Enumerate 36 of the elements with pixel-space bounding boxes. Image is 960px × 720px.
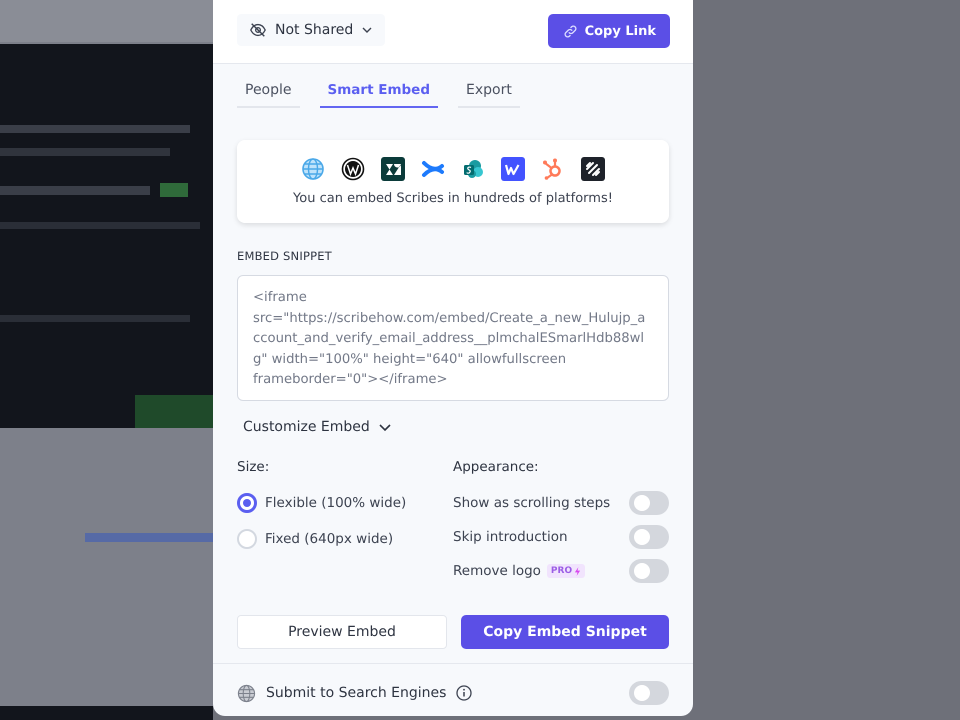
radio-label: Fixed (640px wide) <box>265 531 394 547</box>
square-logo-icon <box>381 157 405 181</box>
link-icon <box>562 22 579 40</box>
lightning-icon <box>574 566 582 576</box>
section-label: EMBED SNIPPET <box>237 249 333 263</box>
option-label: Show as scrolling steps <box>453 495 610 511</box>
globe-icon <box>237 684 256 702</box>
circle-logo-icon <box>341 157 365 181</box>
radio-button[interactable] <box>237 493 257 513</box>
tab[interactable]: Smart Embed <box>320 82 438 108</box>
pro-badge: PRO <box>546 564 586 578</box>
cloud-logo-icon <box>461 157 485 181</box>
globe-icon <box>301 157 325 181</box>
preview-embed-button[interactable]: Preview Embed <box>237 615 447 649</box>
info-icon <box>456 685 472 701</box>
copy-link-button[interactable]: Copy Link <box>548 14 670 48</box>
section-label: Size: <box>237 459 270 477</box>
section-label: Appearance: <box>453 459 540 477</box>
toggle-switch[interactable] <box>629 559 669 583</box>
toggle-switch[interactable] <box>629 491 669 515</box>
search-engines-label: Submit to Search Engines <box>266 685 446 701</box>
option-label: Skip introduction <box>453 529 568 545</box>
toggle-switch[interactable] <box>629 681 669 705</box>
letter-logo-icon <box>501 157 525 181</box>
copy-embed-snippet-button[interactable]: Copy Embed Snippet <box>461 615 669 649</box>
customize-embed-toggle[interactable]: Customize Embed <box>237 419 398 435</box>
toggle-switch[interactable] <box>629 525 669 549</box>
tab[interactable]: Export <box>458 82 520 108</box>
radio-label: Flexible (100% wide) <box>265 495 406 511</box>
tab[interactable]: People <box>237 82 300 108</box>
platforms-caption: You can embed Scribes in hundreds of platforms! <box>293 191 613 206</box>
option-label: Remove logo <box>453 563 541 579</box>
embed-snippet-field[interactable]: <iframe src="https://scribehow.com/embed/Create_a_new_Hulujp_account_and_verify_email_address__plmchalESmarlHdb88wlg" width="100%" height="640" allowfullscreen frameborder="0"></iframe> <box>237 275 669 401</box>
stripes-logo-icon <box>581 157 605 181</box>
hidden-eye-icon <box>249 21 267 39</box>
visibility-dropdown[interactable]: Not Shared <box>237 14 386 46</box>
